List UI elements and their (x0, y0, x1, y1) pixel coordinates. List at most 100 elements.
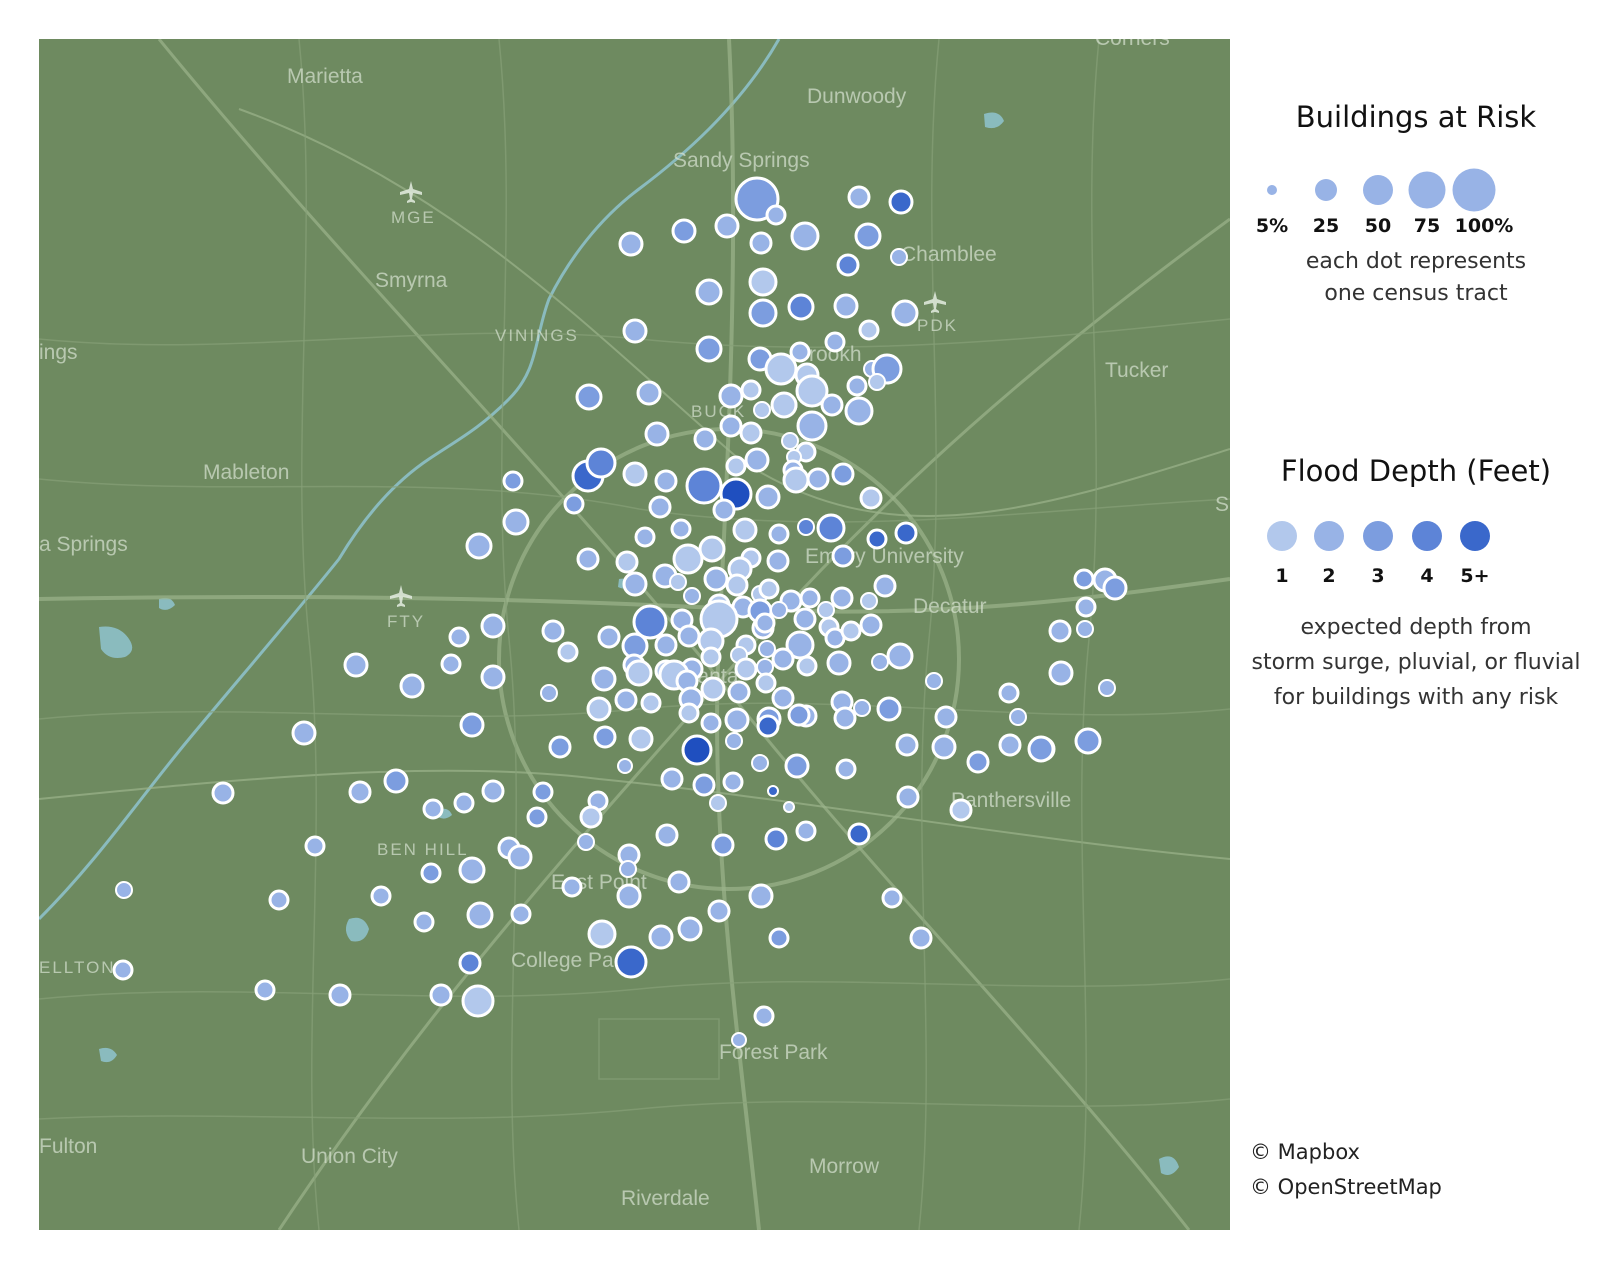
census-tract-dot[interactable] (724, 707, 750, 733)
census-tract-dot[interactable] (748, 883, 774, 909)
census-tract-dot[interactable] (711, 833, 735, 857)
census-tract-dot[interactable] (693, 427, 717, 451)
census-tract-dot[interactable] (304, 835, 326, 857)
census-tract-dot[interactable] (725, 732, 743, 750)
census-tract-dot[interactable] (718, 383, 744, 409)
census-tract-dot[interactable] (795, 820, 817, 842)
census-tract-dot[interactable] (593, 725, 617, 749)
census-tract-dot[interactable] (291, 720, 317, 746)
census-tract-dot[interactable] (644, 421, 670, 447)
census-tract-dot[interactable] (909, 926, 933, 950)
census-tract-dot[interactable] (831, 462, 855, 486)
census-tract-dot[interactable] (383, 768, 409, 794)
census-tract-dot[interactable] (677, 624, 701, 648)
census-tract-dot[interactable] (576, 547, 600, 571)
census-tract-dot[interactable] (677, 916, 703, 942)
census-tract-dot[interactable] (714, 213, 740, 239)
census-tract-dot[interactable] (540, 684, 558, 702)
census-tract-dot[interactable] (793, 607, 817, 631)
census-tract-dot[interactable] (748, 267, 778, 297)
census-tract-dot[interactable] (112, 959, 134, 981)
census-tract-dot[interactable] (894, 521, 918, 545)
census-tract-dot[interactable] (563, 493, 585, 515)
census-tract-dot[interactable] (876, 696, 902, 722)
census-tract-dot[interactable] (541, 619, 565, 643)
census-tract-dot[interactable] (268, 889, 290, 911)
census-tract-dot[interactable] (586, 696, 612, 722)
census-tract-dot[interactable] (871, 653, 889, 671)
census-tract-dot[interactable] (695, 335, 723, 363)
census-tract-dot[interactable] (888, 189, 914, 215)
census-tract-dot[interactable] (422, 798, 444, 820)
census-tract-dot[interactable] (866, 528, 888, 550)
census-tract-dot[interactable] (502, 470, 524, 492)
census-tract-dot[interactable] (548, 735, 572, 759)
census-tract-dot[interactable] (754, 612, 776, 634)
census-tract-dot[interactable] (254, 979, 276, 1001)
census-tract-dot[interactable] (616, 883, 642, 909)
census-tract-dot[interactable] (833, 706, 857, 730)
census-tract-dot[interactable] (847, 822, 871, 846)
census-tract-dot[interactable] (753, 401, 771, 419)
census-tract-dot[interactable] (622, 461, 648, 487)
census-tract-dot[interactable] (700, 646, 722, 668)
census-tract-dot[interactable] (739, 421, 763, 445)
census-tract-dot[interactable] (1009, 708, 1027, 726)
census-tract-dot[interactable] (622, 571, 648, 597)
census-tract-dot[interactable] (115, 881, 133, 899)
census-tract-dot[interactable] (671, 218, 697, 244)
census-tract-dot[interactable] (640, 692, 662, 714)
census-tract-dot[interactable] (636, 380, 662, 406)
census-tract-dot[interactable] (782, 466, 810, 494)
census-tract-dot[interactable] (458, 856, 486, 884)
census-tract-dot[interactable] (753, 1005, 775, 1027)
census-tract-dot[interactable] (591, 666, 617, 692)
census-tract-dot[interactable] (648, 924, 674, 950)
census-tract-dot[interactable] (796, 655, 818, 677)
census-tract-dot[interactable] (575, 383, 603, 411)
census-tract-dot[interactable] (853, 699, 871, 717)
census-tract-dot[interactable] (707, 899, 731, 923)
census-tract-dot[interactable] (768, 927, 790, 949)
census-tract-dot[interactable] (758, 578, 780, 600)
census-tract-dot[interactable] (654, 469, 678, 493)
census-tract-dot[interactable] (820, 393, 844, 417)
census-tract-dot[interactable] (859, 486, 883, 510)
census-tract-dot[interactable] (700, 676, 726, 702)
census-tract-dot[interactable] (370, 885, 392, 907)
census-tract-dot[interactable] (1048, 660, 1074, 686)
census-tract-dot[interactable] (966, 750, 990, 774)
census-tract-dot[interactable] (781, 432, 799, 450)
census-tract-dot[interactable] (886, 642, 914, 670)
census-tract-dot[interactable] (998, 733, 1022, 757)
census-tract-dot[interactable] (925, 672, 943, 690)
census-tract-dot[interactable] (854, 222, 882, 250)
census-tract-dot[interactable] (859, 613, 883, 637)
census-tract-dot[interactable] (648, 495, 672, 519)
census-tract-dot[interactable] (797, 518, 815, 536)
census-tract-dot[interactable] (615, 550, 639, 574)
census-tract-dot[interactable] (755, 672, 777, 694)
census-tract-dot[interactable] (731, 1032, 747, 1048)
census-tract-dot[interactable] (561, 876, 583, 898)
census-tract-dot[interactable] (847, 185, 871, 209)
census-tract-dot[interactable] (860, 592, 878, 610)
map[interactable]: Marietta Dunwoody Sandy Springs MGE Cham… (39, 39, 1230, 1230)
census-tract-dot[interactable] (799, 587, 821, 609)
census-tract-dot[interactable] (755, 484, 781, 510)
census-tract-dot[interactable] (399, 673, 425, 699)
census-tract-dot[interactable] (734, 657, 758, 681)
census-tract-dot[interactable] (835, 758, 857, 780)
attribution-osm[interactable]: © OpenStreetMap (1250, 1175, 1442, 1199)
census-tract-dot[interactable] (618, 231, 644, 257)
census-tract-dot[interactable] (784, 753, 810, 779)
census-tract-dot[interactable] (749, 231, 773, 255)
census-tract-dot[interactable] (579, 805, 603, 829)
census-tract-dot[interactable] (931, 734, 957, 760)
census-tract-dot[interactable] (328, 983, 352, 1007)
census-tract-dot[interactable] (480, 613, 506, 639)
census-tract-dot[interactable] (670, 518, 692, 540)
census-tract-dot[interactable] (806, 467, 830, 491)
census-tract-dot[interactable] (751, 754, 769, 772)
census-tract-dot[interactable] (790, 221, 820, 251)
